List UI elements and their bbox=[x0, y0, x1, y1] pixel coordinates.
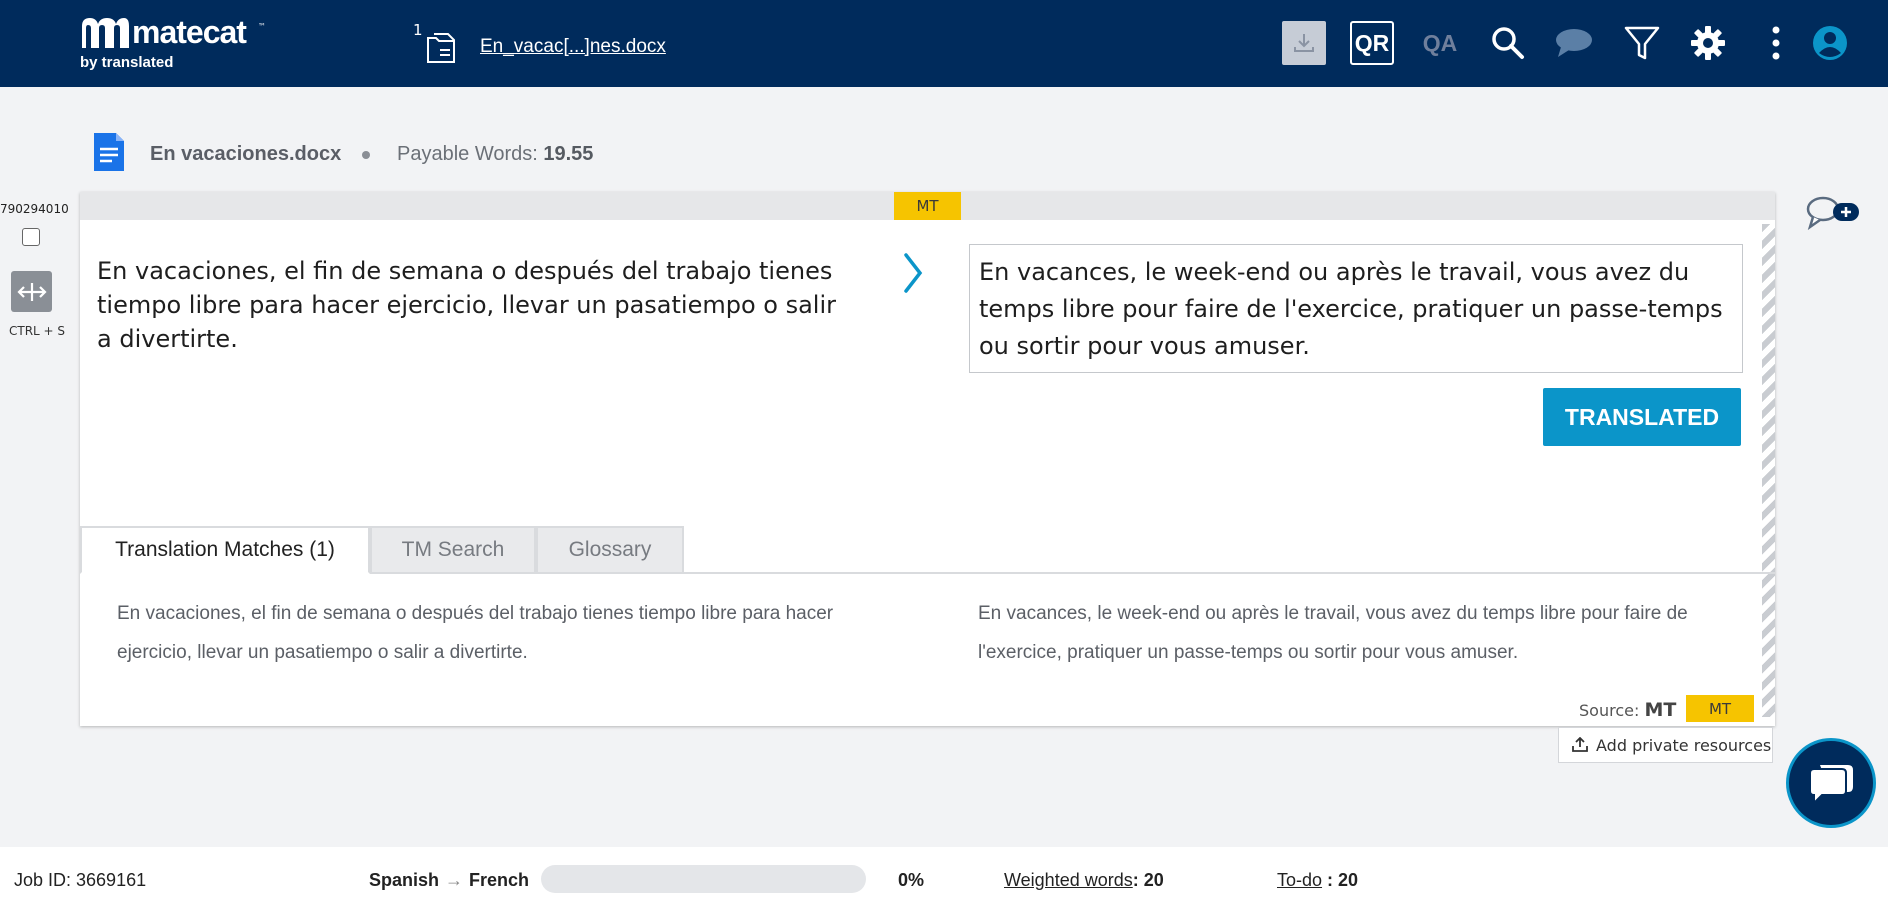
todo-count: To-do : 20 bbox=[1277, 870, 1358, 891]
language-pair: Spanish → French bbox=[369, 870, 529, 891]
logo-name: matecat bbox=[132, 14, 247, 50]
arrow-right-icon: → bbox=[445, 870, 464, 890]
add-comment-icon[interactable] bbox=[1805, 194, 1861, 230]
target-language: French bbox=[469, 870, 530, 890]
weighted-words-value: : 20 bbox=[1132, 870, 1164, 890]
document-name: En vacaciones.docx bbox=[150, 143, 342, 165]
logo-subtitle: by translated bbox=[80, 54, 174, 71]
chat-icon bbox=[1809, 765, 1853, 806]
target-editor[interactable]: En vacances, le week-end ou après le tra… bbox=[969, 244, 1743, 373]
match-origin: Source: MT bbox=[1579, 699, 1676, 721]
download-button[interactable] bbox=[1282, 21, 1326, 65]
segment-status-bar bbox=[1762, 224, 1775, 717]
search-button[interactable] bbox=[1486, 21, 1530, 65]
source-language: Spanish bbox=[369, 870, 440, 890]
match-origin-label: Source: bbox=[1579, 701, 1640, 720]
add-private-resources-button[interactable]: Add private resources bbox=[1558, 727, 1773, 763]
user-icon bbox=[1813, 26, 1847, 60]
segment-checkbox[interactable] bbox=[22, 228, 40, 246]
todo-link[interactable]: To-do bbox=[1277, 870, 1322, 890]
payable-words-value: 19.55 bbox=[543, 143, 594, 165]
mt-badge: MT bbox=[894, 192, 961, 220]
search-icon bbox=[1492, 27, 1524, 59]
document-icon bbox=[94, 133, 124, 171]
chevron-right-icon[interactable] bbox=[902, 252, 924, 294]
progress-bar[interactable] bbox=[541, 865, 866, 893]
add-private-resources-label: Add private resources bbox=[1596, 735, 1772, 755]
source-text[interactable]: En vacaciones, el fin de semana o despué… bbox=[97, 254, 857, 356]
tab-glossary[interactable]: Glossary bbox=[536, 526, 684, 574]
weighted-words: Weighted words: 20 bbox=[1004, 870, 1164, 891]
logo-mark-icon bbox=[82, 18, 129, 48]
filter-button[interactable] bbox=[1620, 21, 1664, 65]
copy-source-button[interactable] bbox=[11, 271, 52, 312]
filter-icon bbox=[1624, 26, 1660, 60]
gear-icon bbox=[1691, 26, 1725, 60]
file-name-link[interactable]: En_vacac[...]nes.docx bbox=[480, 36, 666, 58]
copy-source-icon bbox=[16, 282, 47, 301]
file-count: 1 bbox=[413, 21, 423, 39]
more-options-button[interactable] bbox=[1756, 21, 1796, 65]
weighted-words-link[interactable]: Weighted words bbox=[1004, 870, 1133, 890]
qr-button[interactable]: QR bbox=[1350, 21, 1394, 65]
file-upload-icon[interactable] bbox=[424, 28, 460, 66]
match-target-text[interactable]: En vacances, le week-end ou après le tra… bbox=[978, 594, 1748, 672]
payable-words-label: Payable Words: bbox=[397, 143, 538, 165]
footer-bar: Job ID: 3669161 Spanish → French 0% Weig… bbox=[0, 847, 1888, 909]
match-origin-value: MT bbox=[1644, 699, 1677, 721]
payable-words: Payable Words: 19.55 bbox=[397, 143, 593, 166]
upload-icon bbox=[1572, 737, 1588, 752]
todo-value: : 20 bbox=[1322, 870, 1359, 890]
match-source-text[interactable]: En vacaciones, el fin de semana o despué… bbox=[117, 594, 887, 672]
download-icon bbox=[1294, 34, 1314, 52]
separator-dot bbox=[362, 151, 370, 159]
translated-button[interactable]: TRANSLATED bbox=[1543, 388, 1741, 446]
more-vertical-icon bbox=[1772, 26, 1780, 60]
job-id: Job ID: 3669161 bbox=[14, 870, 147, 890]
segment-editor: MT En vacaciones, el fin de semana o des… bbox=[80, 192, 1775, 726]
qa-button[interactable]: QA bbox=[1418, 21, 1462, 65]
comments-button[interactable] bbox=[1552, 21, 1596, 65]
tabs-row: Translation Matches (1) TM Search Glossa… bbox=[80, 526, 1775, 574]
support-chat-button[interactable] bbox=[1786, 738, 1876, 828]
settings-button[interactable] bbox=[1686, 21, 1730, 65]
match-mt-badge: MT bbox=[1686, 695, 1754, 722]
tab-translation-matches[interactable]: Translation Matches (1) bbox=[80, 526, 370, 574]
top-navbar: matecat ™ by translated 1 En_vacac[...]n… bbox=[0, 0, 1888, 87]
user-menu-button[interactable] bbox=[1808, 21, 1852, 65]
shortcut-hint: CTRL + S bbox=[9, 324, 66, 338]
comment-icon bbox=[1556, 29, 1592, 57]
logo-trademark: ™ bbox=[258, 22, 266, 31]
segment-id[interactable]: 790294010 bbox=[0, 202, 69, 216]
tab-tm-search[interactable]: TM Search bbox=[370, 526, 536, 574]
progress-percent: 0% bbox=[898, 870, 925, 890]
